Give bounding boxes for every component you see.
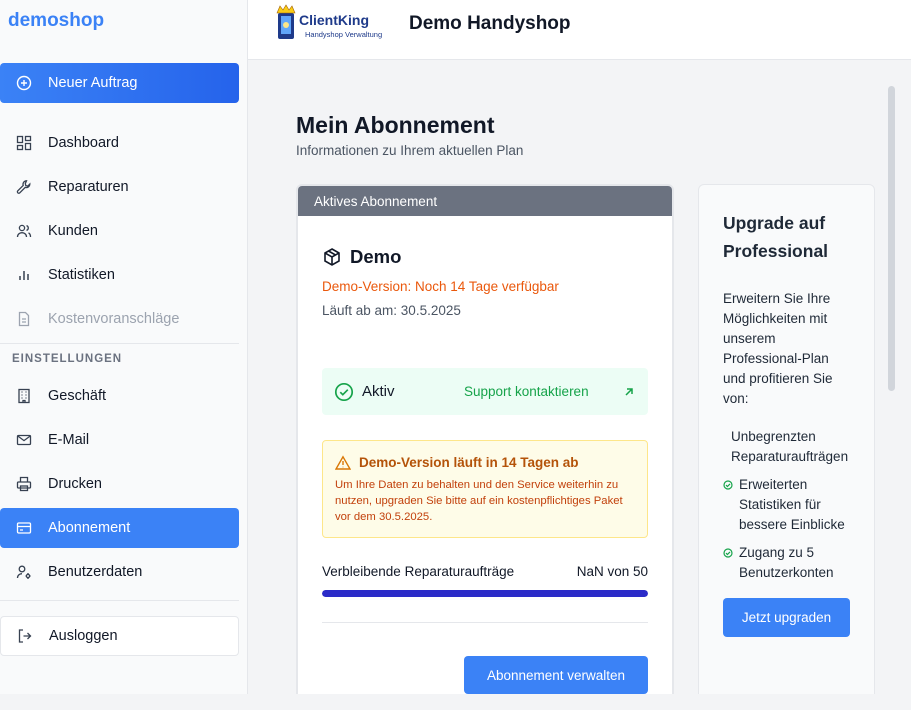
remaining-orders-label: Verbleibende Reparaturaufträge: [322, 564, 515, 579]
svg-text:Handyshop Verwaltung: Handyshop Verwaltung: [305, 30, 382, 39]
card-header: Aktives Abonnement: [298, 186, 672, 216]
user-settings-icon: [16, 564, 32, 580]
feature-label: Unbegrenzten Reparaturaufträgen: [731, 429, 849, 464]
sidebar-item-kostenvoranschlaege[interactable]: Kostenvoranschläge: [0, 299, 239, 339]
warning-title: Demo-Version läuft in 14 Tagen ab: [359, 455, 579, 470]
building-icon: [16, 388, 32, 404]
sidebar-item-label: Kunden: [48, 223, 98, 239]
new-order-label: Neuer Auftrag: [48, 75, 138, 91]
check-circle-icon: [334, 382, 354, 402]
printer-icon: [16, 476, 32, 492]
sidebar-item-kunden[interactable]: Kunden: [0, 211, 239, 251]
sidebar-item-statistiken[interactable]: Statistiken: [0, 255, 239, 295]
sidebar-item-benutzerdaten[interactable]: Benutzerdaten: [0, 552, 239, 592]
external-arrow-icon[interactable]: [622, 385, 636, 399]
mail-icon: [16, 432, 32, 448]
sidebar-item-abonnement[interactable]: Abonnement: [0, 508, 239, 548]
sidebar-item-label: Kostenvoranschläge: [48, 311, 180, 327]
sidebar-item-label: Drucken: [48, 476, 102, 492]
active-subscription-card: Aktives Abonnement Demo Demo-Version: No…: [296, 184, 674, 694]
upgrade-now-button[interactable]: Jetzt upgraden: [723, 598, 850, 637]
plan-row: Demo: [322, 246, 401, 268]
support-contact-link[interactable]: Support kontaktieren: [464, 384, 589, 399]
new-order-button[interactable]: Neuer Auftrag: [0, 63, 239, 103]
settings-section-label: EINSTELLUNGEN: [12, 353, 123, 365]
warning-box: Demo-Version läuft in 14 Tagen ab Um Ihr…: [322, 440, 648, 538]
sidebar-item-label: Benutzerdaten: [48, 564, 143, 580]
sidebar-divider: [0, 600, 239, 601]
credit-card-icon: [16, 520, 32, 536]
manage-subscription-button[interactable]: Abonnement verwalten: [464, 656, 648, 694]
plus-circle-icon: [16, 75, 32, 91]
check-circle-icon: [723, 548, 733, 558]
sidebar-item-email[interactable]: E-Mail: [0, 420, 239, 460]
expiry-date: Läuft ab am: 30.5.2025: [322, 303, 461, 318]
svg-text:ClientKing: ClientKing: [299, 12, 369, 28]
check-circle-icon: [723, 480, 733, 490]
sidebar-item-label: Reparaturen: [48, 179, 129, 195]
sidebar-item-label: Statistiken: [48, 267, 115, 283]
sidebar-item-label: Abonnement: [48, 520, 131, 536]
document-icon: [16, 311, 32, 327]
status-box: Aktiv Support kontaktieren: [322, 368, 648, 415]
users-icon: [16, 223, 32, 239]
feature-item: Zugang zu 5 Benutzerkonten: [723, 543, 863, 583]
dashboard-icon: [16, 135, 32, 151]
sidebar-item-reparaturen[interactable]: Reparaturen: [0, 167, 239, 207]
progress-fill: [322, 590, 648, 597]
scrollbar-thumb[interactable]: [888, 86, 895, 391]
demo-note: Demo-Version: Noch 14 Tage verfügbar: [322, 279, 559, 294]
upgrade-title: Upgrade auf Professional: [723, 213, 829, 261]
main-content: Mein Abonnement Informationen zu Ihrem a…: [248, 60, 911, 694]
sidebar: demoshop Neuer Auftrag Dashboard Reparat…: [0, 0, 248, 710]
feature-label: Zugang zu 5 Benutzerkonten: [739, 545, 834, 580]
plan-name: Demo: [350, 246, 402, 267]
wrench-icon: [16, 179, 32, 195]
upgrade-text: Erweitern Sie Ihre Möglichkeiten mit uns…: [723, 291, 833, 406]
warning-triangle-icon: [335, 455, 351, 471]
clientking-logo[interactable]: ClientKing Handyshop Verwaltung: [272, 4, 387, 44]
sidebar-item-drucken[interactable]: Drucken: [0, 464, 239, 504]
bar-chart-icon: [16, 267, 32, 283]
sidebar-item-geschaeft[interactable]: Geschäft: [0, 376, 239, 416]
logout-button[interactable]: Ausloggen: [0, 616, 239, 656]
sidebar-item-label: Geschäft: [48, 388, 107, 404]
sidebar-item-label: E-Mail: [48, 432, 90, 448]
logout-icon: [17, 628, 33, 644]
brand-name[interactable]: demoshop: [8, 10, 104, 32]
feature-item: Erweiterten Statistiken für bessere Einb…: [723, 475, 863, 535]
sidebar-divider: [0, 343, 239, 344]
feature-label: Erweiterten Statistiken für bessere Einb…: [739, 477, 845, 532]
card-divider: [322, 622, 648, 623]
remaining-orders-progress: [322, 590, 648, 597]
warning-text: Um Ihre Daten zu behalten und den Servic…: [335, 479, 623, 523]
logout-label: Ausloggen: [49, 628, 118, 644]
feature-item: Unbegrenzten Reparaturaufträgen: [731, 427, 871, 467]
shop-title: Demo Handyshop: [409, 13, 571, 34]
top-header: ClientKing Handyshop Verwaltung Demo Han…: [248, 0, 911, 60]
sidebar-item-dashboard[interactable]: Dashboard: [0, 123, 239, 163]
remaining-orders-value: NaN von 50: [576, 564, 648, 579]
upgrade-panel: Upgrade auf Professional Erweitern Sie I…: [698, 184, 875, 694]
page-subtitle: Informationen zu Ihrem aktuellen Plan: [296, 143, 524, 158]
page-title: Mein Abonnement: [296, 112, 495, 138]
package-icon: [322, 247, 342, 267]
bottom-bar: [0, 694, 911, 710]
sidebar-item-label: Dashboard: [48, 135, 119, 151]
status-label: Aktiv: [362, 383, 395, 400]
